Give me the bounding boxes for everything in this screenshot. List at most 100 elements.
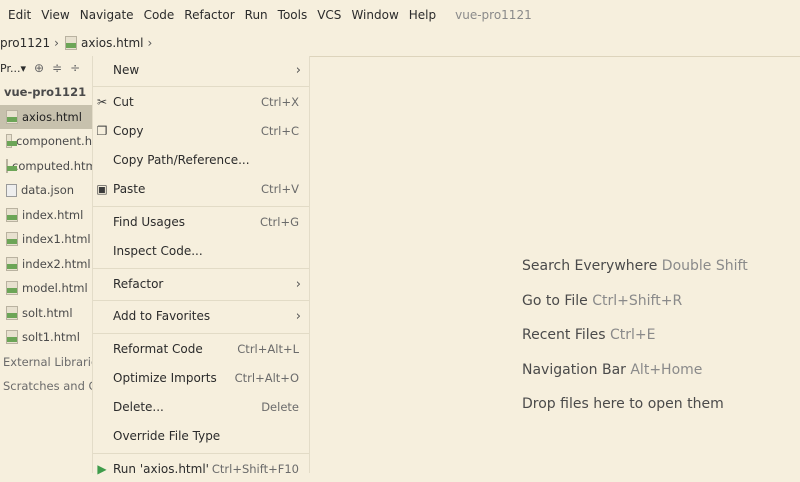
menu-item-inspect-code[interactable]: Inspect Code...	[93, 238, 309, 264]
breadcrumb-project[interactable]: pro1121	[0, 36, 50, 50]
menu-item-label: Copy Path/Reference...	[113, 153, 250, 167]
tree-external-libraries[interactable]: External Libraries	[0, 350, 92, 375]
tree-file-index2[interactable]: index2.html	[0, 252, 92, 277]
tree-file-model[interactable]: model.html	[0, 276, 92, 301]
menu-item-label: Optimize Imports	[113, 371, 217, 385]
chevron-right-icon: ›	[54, 35, 59, 50]
menu-help[interactable]: Help	[404, 8, 441, 22]
menu-separator	[93, 86, 309, 87]
context-menu: New › ✂ Cut Ctrl+X ❐ Copy Ctrl+C Copy Pa…	[92, 56, 310, 476]
dropdown-arrow-icon: ▾	[20, 61, 26, 75]
hint-drop-files: Drop files here to open them	[522, 396, 724, 412]
menu-item-delete[interactable]: Delete... Delete	[93, 394, 309, 420]
menu-view[interactable]: View	[36, 8, 74, 22]
menu-separator	[93, 333, 309, 334]
menu-edit[interactable]: Edit	[0, 8, 36, 22]
menu-item-label: Inspect Code...	[113, 244, 203, 258]
menu-item-label: Find Usages	[113, 215, 186, 229]
menu-item-copy-path[interactable]: Copy Path/Reference...	[93, 147, 309, 173]
submenu-arrow-icon: ›	[295, 276, 301, 292]
html-file-icon	[6, 109, 18, 124]
tree-root[interactable]: vue-pro1121 D:	[0, 80, 92, 105]
tree-file-component[interactable]: component.h	[0, 129, 92, 154]
menu-tools[interactable]: Tools	[273, 8, 313, 22]
menu-separator	[93, 268, 309, 269]
menu-item-label: Delete...	[113, 400, 164, 414]
breadcrumb-file-label: axios.html	[80, 35, 144, 50]
hint-label: Recent Files	[522, 327, 606, 343]
tree-file-computed[interactable]: computed.htm	[0, 154, 92, 179]
file-name: solt.html	[22, 305, 73, 320]
chevron-right-icon: ›	[147, 35, 153, 50]
hint-shortcut: Ctrl+Shift+R	[592, 293, 683, 309]
menu-window[interactable]: Window	[346, 8, 403, 22]
tree-file-solt[interactable]: solt.html	[0, 301, 92, 326]
menu-item-label: Override File Type	[113, 429, 221, 443]
menu-item-add-to-favorites[interactable]: Add to Favorites ›	[93, 303, 309, 329]
tree-file-solt1[interactable]: solt1.html	[0, 325, 92, 350]
paste-icon: ▣	[96, 182, 108, 196]
html-file-icon	[6, 158, 17, 173]
breadcrumb-project-label: pro1121	[0, 35, 51, 50]
menu-item-label: Paste	[113, 182, 146, 196]
hint-label: Search Everywhere	[522, 258, 658, 274]
file-name: data.json	[21, 183, 75, 198]
menu-item-cut[interactable]: ✂ Cut Ctrl+X	[93, 89, 309, 115]
run-icon: ▶	[97, 462, 107, 476]
root-name: vue-pro1121	[4, 85, 87, 100]
menu-item-label: Copy	[113, 124, 144, 138]
menu-item-reformat-code[interactable]: Reformat Code Ctrl+Alt+L	[93, 336, 309, 362]
tree-file-data-json[interactable]: data.json	[0, 178, 92, 203]
file-name: component.h	[15, 134, 92, 149]
menu-refactor[interactable]: Refactor	[179, 8, 239, 22]
menu-item-find-usages[interactable]: Find Usages Ctrl+G	[93, 209, 309, 235]
hint-shortcut: Ctrl+E	[610, 327, 656, 343]
menu-item-shortcut: Ctrl+X	[261, 95, 299, 109]
hint-label: Navigation Bar	[522, 362, 626, 378]
file-name: axios.html	[22, 109, 82, 124]
tree-file-index[interactable]: index.html	[0, 203, 92, 228]
file-name: computed.htm	[12, 158, 92, 173]
project-view-dropdown[interactable]: Pr...▾	[0, 62, 26, 75]
menu-item-new[interactable]: New ›	[93, 57, 309, 83]
menu-item-label: Refactor	[113, 277, 164, 291]
html-file-icon	[6, 207, 18, 222]
hint-label: Drop files here to open them	[522, 396, 724, 412]
tree-scratches[interactable]: Scratches and Co	[0, 374, 92, 399]
menu-item-copy[interactable]: ❐ Copy Ctrl+C	[93, 118, 309, 144]
menu-item-shortcut: Ctrl+Shift+F10	[211, 462, 299, 476]
options-icon[interactable]: ÷	[70, 61, 80, 75]
menu-item-override-file-type[interactable]: Override File Type	[93, 423, 309, 449]
file-name: model.html	[22, 281, 88, 296]
menu-item-shortcut: Delete	[261, 400, 299, 414]
menu-item-paste[interactable]: ▣ Paste Ctrl+V	[93, 176, 309, 202]
menu-item-run[interactable]: ▶ Run 'axios.html' Ctrl+Shift+F10	[93, 456, 309, 482]
menu-item-refactor[interactable]: Refactor ›	[93, 271, 309, 297]
menu-navigate[interactable]: Navigate	[75, 8, 139, 22]
html-file-icon	[6, 305, 18, 320]
file-name: index.html	[22, 207, 84, 222]
menu-item-label: Add to Favorites	[113, 309, 211, 323]
menu-item-shortcut: Ctrl+V	[261, 182, 299, 196]
tree-file-axios[interactable]: axios.html	[0, 104, 92, 129]
menu-run[interactable]: Run	[240, 8, 273, 22]
copy-icon: ❐	[96, 124, 108, 138]
menu-item-shortcut: Ctrl+G	[259, 215, 299, 229]
html-file-icon	[6, 134, 17, 149]
menu-item-optimize-imports[interactable]: Optimize Imports Ctrl+Alt+O	[93, 365, 309, 391]
project-toolbar: Pr...▾ ⊕ ≑ ÷	[0, 56, 92, 80]
breadcrumb-file[interactable]: axios.html	[64, 35, 144, 50]
external-libraries-label: External Libraries	[3, 354, 92, 369]
menu-code[interactable]: Code	[139, 8, 180, 22]
navigation-bar: pro1121 › axios.html ›	[0, 29, 800, 57]
menu-vcs[interactable]: VCS	[312, 8, 346, 22]
file-name: index1.html	[22, 232, 91, 247]
menu-separator	[93, 206, 309, 207]
menu-item-shortcut: Ctrl+Alt+L	[237, 342, 299, 356]
project-tree: vue-pro1121 D: axios.html component.h co…	[0, 80, 92, 399]
submenu-arrow-icon: ›	[295, 62, 301, 78]
locate-target-icon[interactable]: ⊕	[34, 61, 44, 75]
collapse-all-icon[interactable]: ≑	[52, 61, 62, 75]
html-file-icon	[6, 256, 18, 271]
tree-file-index1[interactable]: index1.html	[0, 227, 92, 252]
